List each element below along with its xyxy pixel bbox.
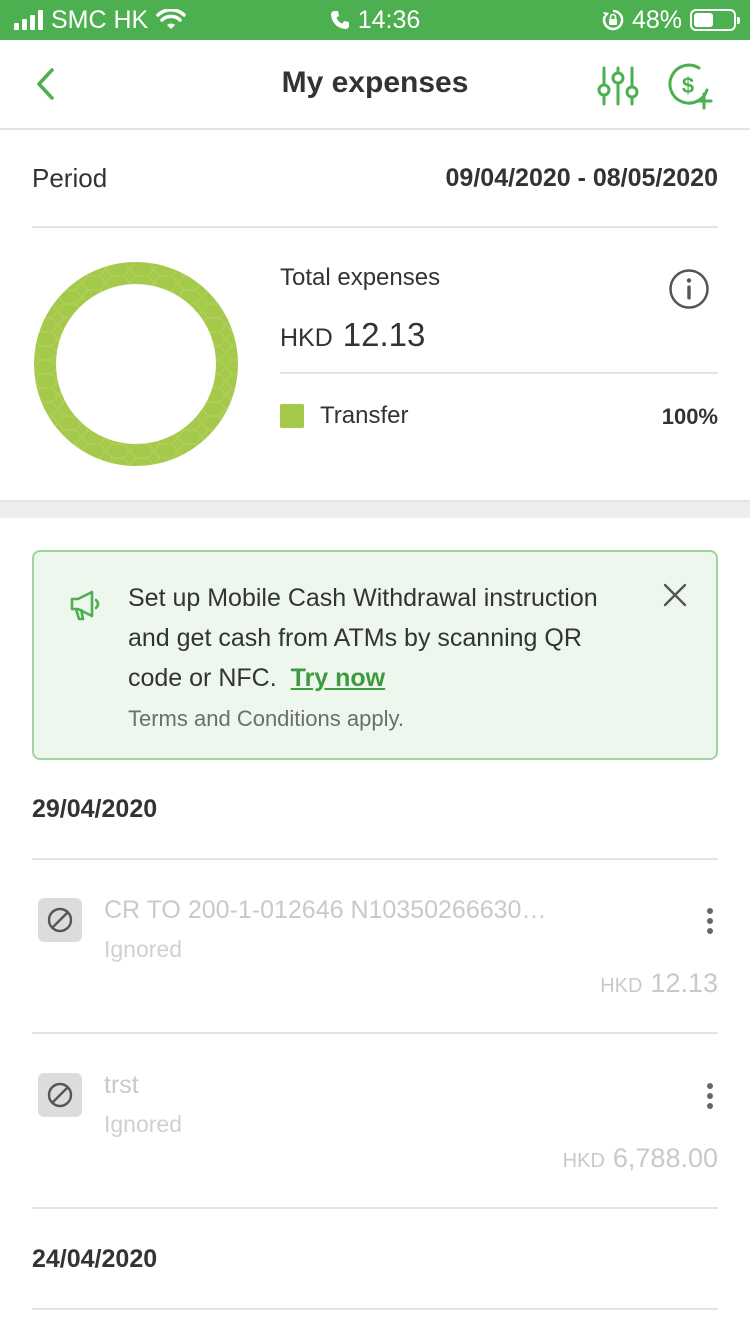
donut-texture <box>34 262 238 466</box>
add-cash-icon[interactable]: $ <box>666 62 714 110</box>
total-amount: HKD 12.13 <box>280 316 425 354</box>
transaction-value: 6,788.00 <box>612 1143 718 1173</box>
transaction-row[interactable]: CR TO 200-1-012646 N10350266630… Ignored… <box>32 860 718 1034</box>
legend-swatch-transfer <box>280 404 304 428</box>
nav-bar: My expenses $ <box>0 40 750 130</box>
total-expenses-label: Total expenses <box>280 264 441 291</box>
transaction-currency: HKD <box>562 1150 605 1172</box>
phone-icon <box>330 11 349 29</box>
date-header: 24/04/2020 <box>32 1210 718 1310</box>
try-now-link[interactable]: Try now <box>291 664 385 692</box>
legend-label-transfer: Transfer <box>320 402 409 429</box>
transaction-status: Ignored <box>104 936 183 962</box>
total-value: 12.13 <box>342 316 426 353</box>
ignored-icon <box>38 1073 82 1117</box>
megaphone-icon <box>70 590 100 621</box>
status-bar: SMC HK 14:36 48% <box>0 0 750 40</box>
more-options-icon[interactable] <box>698 1079 722 1113</box>
info-icon[interactable] <box>668 268 710 310</box>
ignored-icon <box>38 898 82 942</box>
svg-text:$: $ <box>682 73 694 98</box>
transaction-row[interactable]: trst Ignored HKD 6,788.00 <box>32 1035 718 1209</box>
transaction-value: 12.13 <box>650 968 718 998</box>
promo-banner: Set up Mobile Cash Withdrawal instructio… <box>32 550 718 760</box>
summary-divider <box>280 372 718 374</box>
prohibited-icon <box>47 907 73 933</box>
period-row[interactable]: Period 09/04/2020 - 08/05/2020 <box>32 130 718 228</box>
orientation-lock-icon <box>602 9 624 31</box>
legend-percent-transfer: 100% <box>661 404 718 429</box>
battery-percent: 48% <box>631 5 682 34</box>
transaction-title: CR TO 200-1-012646 N10350266630… <box>104 896 547 924</box>
section-separator <box>0 500 750 518</box>
transaction-currency: HKD <box>600 975 643 997</box>
more-options-icon[interactable] <box>698 904 722 938</box>
battery-icon <box>690 9 740 31</box>
clock: 14:36 <box>357 5 421 34</box>
period-label: Period <box>32 162 108 193</box>
transaction-status: Ignored <box>104 1111 183 1137</box>
close-icon[interactable] <box>662 582 688 608</box>
status-right: 48% <box>602 5 740 34</box>
date-header: 29/04/2020 <box>32 760 718 860</box>
expenses-donut-chart <box>34 262 238 466</box>
period-value: 09/04/2020 - 08/05/2020 <box>445 163 718 192</box>
promo-terms: Terms and Conditions apply. <box>128 706 404 731</box>
transaction-amount: HKD 6,788.00 <box>563 1143 718 1174</box>
prohibited-icon <box>47 1082 73 1108</box>
transaction-title: trst <box>104 1071 139 1099</box>
total-currency: HKD <box>280 324 333 352</box>
promo-text: Set up Mobile Cash Withdrawal instructio… <box>128 578 638 698</box>
transaction-amount: HKD 12.13 <box>600 968 718 999</box>
filter-sliders-icon[interactable] <box>596 64 640 108</box>
